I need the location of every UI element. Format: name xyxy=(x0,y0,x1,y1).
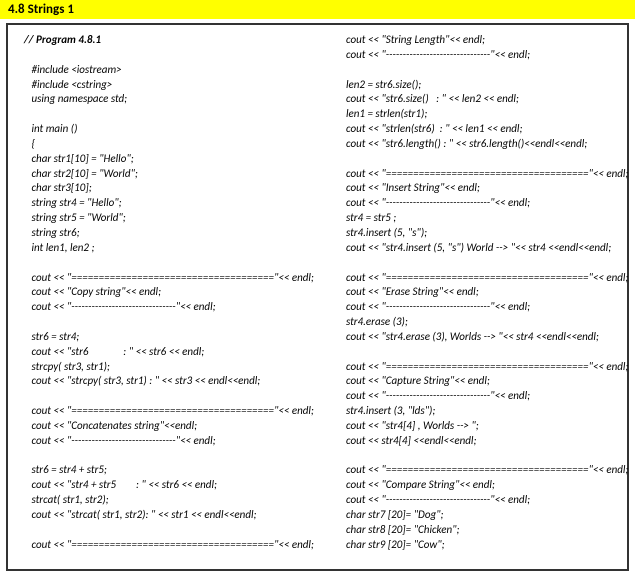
code-line: string str6; xyxy=(24,226,303,241)
section-header-text: 4.8 Strings 1 xyxy=(8,2,74,17)
code-line: char str1[10] = "Hello"; xyxy=(24,152,303,167)
code-line: str4 = str5 ; xyxy=(339,211,618,226)
code-line: cout << "Copy string"<< endl; xyxy=(24,285,303,300)
code-line: cout << "str4[4] , Worlds --> "; xyxy=(339,419,618,434)
code-line: strcat( str1, str2); xyxy=(24,493,303,508)
blank-line xyxy=(24,449,303,464)
blank-line xyxy=(24,315,303,330)
blank-line xyxy=(339,256,618,271)
blank-line xyxy=(24,523,303,538)
code-line: int main () xyxy=(24,122,303,137)
code-line: using namespace std; xyxy=(24,92,303,107)
code-line: cout << str4[4] <<endl<<endl; xyxy=(339,434,618,449)
code-line: len2 = str6.size(); xyxy=(339,78,618,93)
code-line: str4.insert (5, "s"); xyxy=(339,226,618,241)
code-line: str4.erase (3); xyxy=(339,315,618,330)
code-listing: // Program 4.8.1 #include <iostream> #in… xyxy=(6,23,629,571)
code-line: cout << "===============================… xyxy=(339,360,618,375)
code-line: cout << "-------------------------------… xyxy=(339,389,618,404)
code-line: cout << "str6.size() : " << len2 << endl… xyxy=(339,92,618,107)
code-line: cout << "str4.erase (3), Worlds --> "<< … xyxy=(339,330,618,345)
code-line: char str9 [20]= "Cow"; xyxy=(339,538,618,553)
blank-line xyxy=(339,63,618,78)
code-line: cout << "===============================… xyxy=(339,167,618,182)
code-line: cout << "Concatenates string"<<endl; xyxy=(24,419,303,434)
code-line: cout << "strcpy( str3, str1) : " << str3… xyxy=(24,374,303,389)
code-line: cout << "===============================… xyxy=(24,271,303,286)
code-line: cout << "str6 : " << str6 << endl; xyxy=(24,345,303,360)
code-line: str6 = str4 + str5; xyxy=(24,463,303,478)
code-line: cout << "str6.length() : " << str6.lengt… xyxy=(339,137,618,152)
code-line: cout << "===============================… xyxy=(24,538,303,553)
code-line: cout << "String Length"<< endl; xyxy=(339,33,618,48)
code-line: cout << "===============================… xyxy=(339,463,618,478)
blank-line xyxy=(24,389,303,404)
code-line: cout << "-------------------------------… xyxy=(339,493,618,508)
code-line: char str3[10]; xyxy=(24,181,303,196)
code-line: cout << "strcat( str1, str2): " << str1 … xyxy=(24,508,303,523)
blank-line xyxy=(339,449,618,464)
code-line: string str4 = "Hello"; xyxy=(24,196,303,211)
code-line: cout << "strlen(str6) : " << len1 << end… xyxy=(339,122,618,137)
blank-line xyxy=(24,48,303,63)
code-line: cout << "-------------------------------… xyxy=(339,196,618,211)
code-line: cout << "Erase String"<< endl; xyxy=(339,285,618,300)
code-line: len1 = strlen(str1); xyxy=(339,107,618,122)
code-line: #include <cstring> xyxy=(24,78,303,93)
code-line: int len1, len2 ; xyxy=(24,241,303,256)
code-line: { xyxy=(24,137,303,152)
code-line: cout << "-------------------------------… xyxy=(339,300,618,315)
code-line: str6 = str4; xyxy=(24,330,303,345)
code-line: cout << "str4.insert (5, "s") World --> … xyxy=(339,241,618,256)
section-header: 4.8 Strings 1 xyxy=(0,0,635,19)
code-line: #include <iostream> xyxy=(24,63,303,78)
code-line: cout << "Compare String"<< endl; xyxy=(339,478,618,493)
code-line: cout << "-------------------------------… xyxy=(24,434,303,449)
code-line: char str7 [20]= "Dog"; xyxy=(339,508,618,523)
code-line: cout << "===============================… xyxy=(24,404,303,419)
code-line: str4.insert (3, "lds"); xyxy=(339,404,618,419)
blank-line xyxy=(339,152,618,167)
code-line: cout << "str4 + str5 : " << str6 << endl… xyxy=(24,478,303,493)
blank-line xyxy=(24,256,303,271)
code-line: cout << "Capture String"<< endl; xyxy=(339,374,618,389)
code-line: char str8 [20]= "Chicken"; xyxy=(339,523,618,538)
code-line: cout << "-------------------------------… xyxy=(339,48,618,63)
code-line: char str2[10] = "World"; xyxy=(24,167,303,182)
blank-line xyxy=(339,345,618,360)
code-line: strcpy( str3, str1); xyxy=(24,360,303,375)
code-line: cout << "Insert String"<< endl; xyxy=(339,181,618,196)
program-title: // Program 4.8.1 xyxy=(24,33,303,48)
code-line: cout << "===============================… xyxy=(339,271,618,286)
blank-line xyxy=(24,107,303,122)
code-line: cout << "-------------------------------… xyxy=(24,300,303,315)
code-line: string str5 = "World"; xyxy=(24,211,303,226)
